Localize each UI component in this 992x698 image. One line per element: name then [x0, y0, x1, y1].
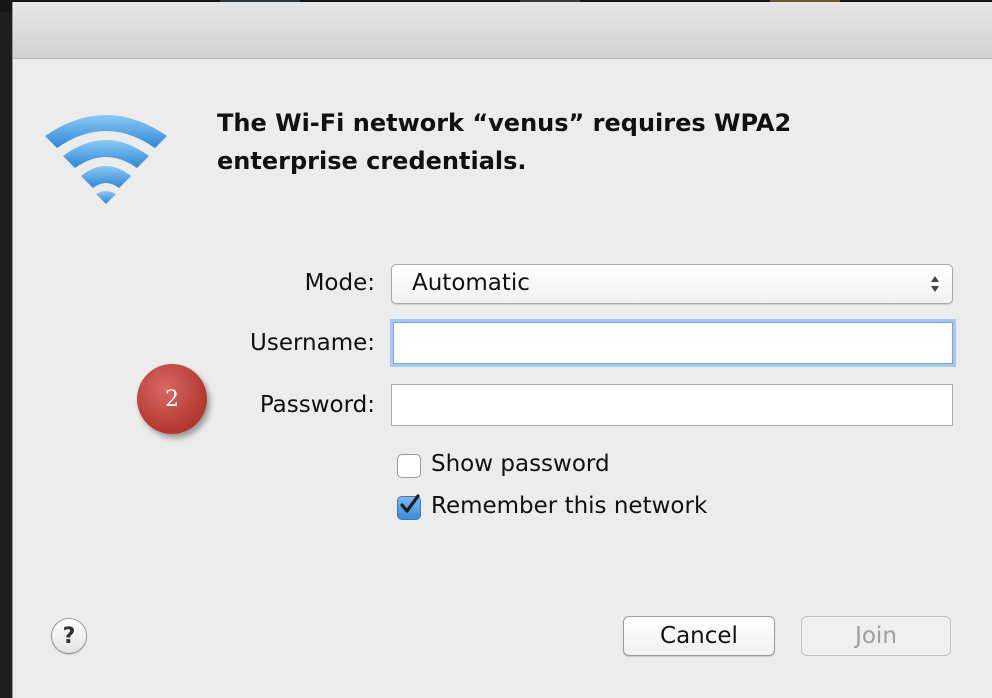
- dialog-message: The Wi-Fi network “venus” requires WPA2 …: [217, 109, 792, 175]
- username-field[interactable]: [393, 322, 953, 364]
- select-arrows-icon: [931, 276, 939, 292]
- mode-select-value: Automatic: [412, 270, 530, 296]
- cancel-button[interactable]: Cancel: [623, 616, 775, 656]
- mode-select[interactable]: Automatic: [391, 264, 953, 304]
- wifi-credentials-dialog: The Wi-Fi network “venus” requires WPA2 …: [12, 2, 992, 698]
- dialog-titlebar: [13, 2, 992, 59]
- username-label: Username:: [250, 330, 375, 356]
- password-label: Password:: [259, 392, 375, 418]
- remember-network-checkbox[interactable]: [397, 494, 421, 520]
- join-button[interactable]: Join: [801, 616, 951, 656]
- step-number-badge: 2: [137, 364, 207, 434]
- checkmark-icon: [400, 494, 420, 513]
- wifi-icon: [45, 115, 167, 204]
- password-field[interactable]: [391, 384, 953, 426]
- show-password-checkbox[interactable]: [397, 454, 421, 478]
- show-password-label[interactable]: Show password: [431, 451, 610, 477]
- help-button[interactable]: ?: [51, 618, 87, 654]
- remember-network-label[interactable]: Remember this network: [431, 493, 707, 519]
- mode-label: Mode:: [304, 270, 375, 296]
